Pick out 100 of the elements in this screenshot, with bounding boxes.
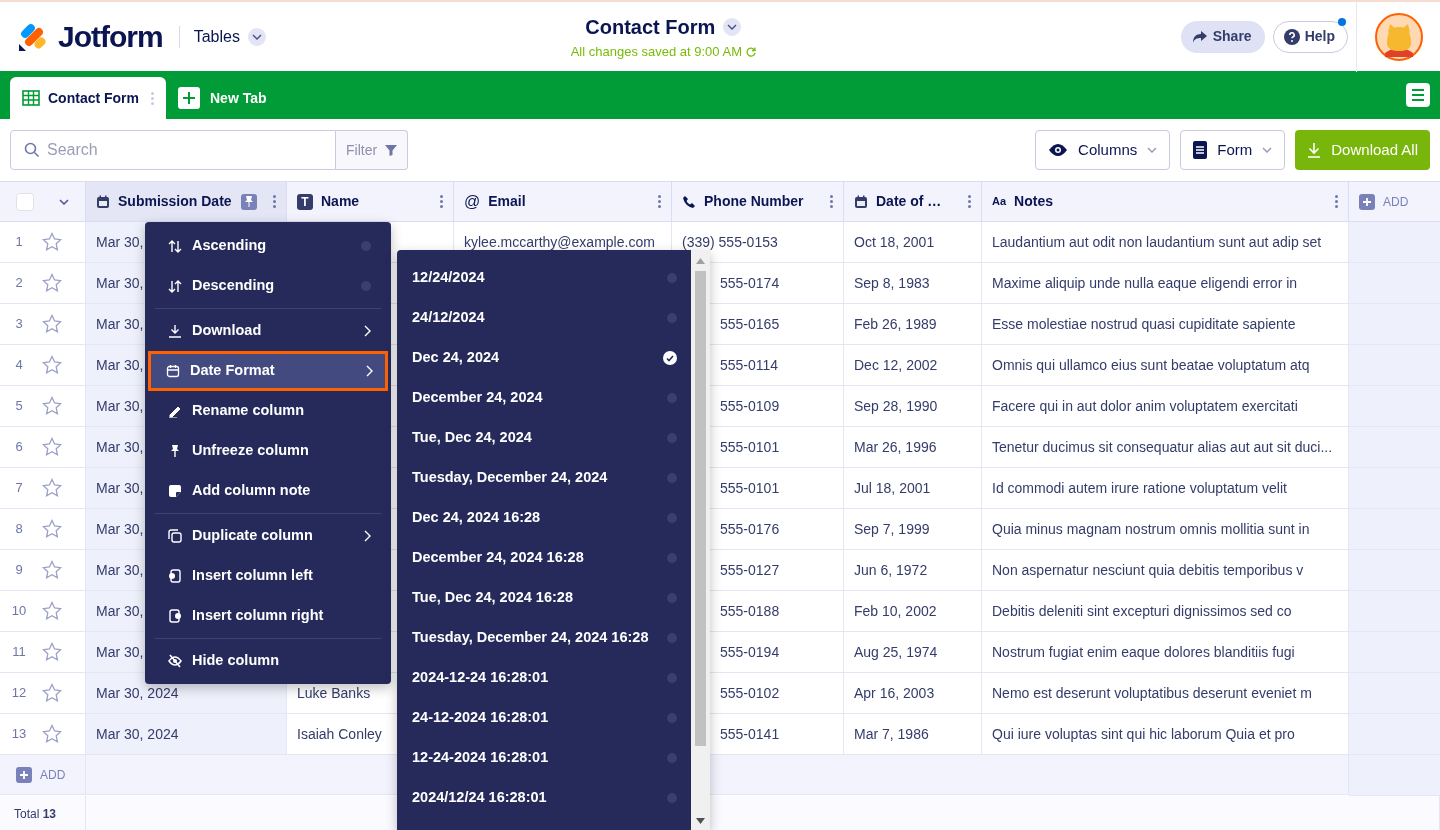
star-icon[interactable] (42, 232, 62, 252)
row-number: 7 (14, 479, 24, 498)
download-icon (1307, 142, 1322, 158)
table-cell: Oct 18, 2001 (844, 222, 982, 263)
table-cell: Dec 12, 2002 (844, 345, 982, 386)
chevron-down-icon (1147, 147, 1158, 153)
pencil-icon (168, 404, 182, 418)
table-cell: Feb 10, 2002 (844, 591, 982, 632)
column-header[interactable]: Date of … (876, 191, 942, 212)
row-number: 12 (10, 684, 28, 703)
row-number: 4 (14, 356, 24, 375)
sort-descending-icon (168, 279, 182, 293)
table-cell: Nostrum fugiat enim eaque dolores blanditiis fugi (982, 632, 1349, 673)
table-cell: Quia minus magnam nostrum omnis mollitia sunt in (982, 509, 1349, 550)
table-cell: Debitis deleniti sint excepturi dignissimos sed co (982, 591, 1349, 632)
table-cell: Jun 6, 1972 (844, 550, 982, 591)
star-icon[interactable] (42, 560, 62, 580)
document-icon (1193, 141, 1208, 159)
table-cell: Omnis qui ullamco eius sunt beatae voluptatum atq (982, 345, 1349, 386)
share-button[interactable]: Share (1180, 20, 1265, 53)
plus-icon (1359, 193, 1375, 210)
more-icon[interactable] (151, 91, 154, 105)
star-icon[interactable] (42, 396, 62, 416)
sort-ascending-icon (168, 239, 182, 253)
eye-icon (1048, 143, 1069, 157)
form-title[interactable]: Contact Form (585, 11, 742, 42)
table-cell: Sep 28, 1990 (844, 386, 982, 427)
more-icon[interactable] (658, 195, 661, 208)
star-icon[interactable] (42, 519, 62, 539)
row-number: 3 (14, 315, 24, 334)
chevron-down-icon (251, 33, 262, 40)
star-icon[interactable] (42, 314, 62, 334)
table-cell: Esse molestiae nostrud quasi cupiditate sapiente (982, 304, 1349, 345)
tab[interactable]: Contact Form (10, 77, 166, 119)
total-count: Total 13 (14, 805, 57, 823)
insert-right-icon (168, 609, 182, 623)
star-icon[interactable] (42, 724, 62, 744)
hidden-icon (168, 654, 182, 668)
row-number: 13 (10, 725, 28, 744)
star-icon[interactable] (42, 273, 62, 293)
plus-icon (16, 766, 32, 783)
logo-text: Jotform (58, 19, 163, 55)
star-icon[interactable] (42, 683, 62, 703)
table-cell: Aug 25, 1974 (844, 632, 982, 673)
share-icon (1191, 29, 1208, 44)
table-icon (22, 90, 40, 106)
text-icon: T (297, 193, 313, 210)
filter-icon (385, 144, 398, 156)
column-header[interactable]: Phone Number (704, 191, 804, 212)
row-number: 6 (14, 438, 24, 457)
more-icon[interactable] (830, 195, 833, 208)
star-icon[interactable] (42, 355, 62, 375)
columns-button[interactable]: Columns (1035, 130, 1171, 170)
help-button[interactable]: Help (1272, 20, 1348, 53)
menu-icon[interactable] (1406, 83, 1430, 107)
more-icon[interactable] (1335, 195, 1338, 208)
row-number: 1 (14, 233, 24, 252)
table-cell: Feb 26, 1989 (844, 304, 982, 345)
star-icon[interactable] (42, 437, 62, 457)
app-switcher[interactable]: Tables (193, 24, 266, 49)
form-button[interactable]: Form (1180, 130, 1286, 170)
new-tab-button[interactable]: New Tab (166, 77, 279, 119)
insert-left-icon (168, 569, 182, 583)
table-cell: Non aspernatur nesciunt quia debitis temporibus v (982, 550, 1349, 591)
more-icon[interactable] (968, 195, 971, 208)
duplicate-icon (168, 529, 182, 543)
star-icon[interactable] (42, 478, 62, 498)
at-sign-icon: @ (464, 189, 481, 214)
table-cell: Mar 30, 2024 (86, 714, 287, 755)
scroll-down-icon (696, 818, 705, 824)
table-cell: Laudantium aut odit non laudantium sunt aut adip set (982, 222, 1349, 263)
table-cell: Tenetur ducimus sit consequatur alias aut aut sit duci... (982, 427, 1349, 468)
refresh-icon (745, 46, 756, 57)
help-icon (1283, 28, 1300, 45)
column-header[interactable]: Email (488, 191, 526, 212)
menu-option[interactable]: 2024/12/24 16:28:01 (397, 778, 691, 818)
scrollbar[interactable] (691, 250, 710, 830)
select-all-checkbox[interactable] (16, 192, 35, 211)
table-cell: Apr 16, 2003 (844, 673, 982, 714)
table-cell: Mar 26, 1996 (844, 427, 982, 468)
row-number: 2 (14, 274, 24, 293)
search-field[interactable]: Search (10, 130, 336, 170)
more-icon[interactable] (273, 195, 276, 208)
menu-item[interactable]: Date Format (148, 351, 388, 391)
row-number: 9 (14, 561, 24, 580)
star-icon[interactable] (42, 601, 62, 621)
chevron-down-icon (58, 198, 69, 205)
row-number: 5 (14, 397, 24, 416)
note-icon (168, 484, 182, 498)
pin-icon[interactable] (241, 193, 257, 210)
calendar-icon (854, 194, 868, 209)
chevron-down-icon (727, 23, 738, 30)
column-header[interactable]: Name (321, 191, 360, 212)
avatar[interactable] (1374, 12, 1423, 61)
row-number: 11 (11, 643, 27, 662)
plus-icon (178, 87, 200, 109)
table-cell: Maxime aliquip unde nulla eaque eligendi error in (982, 263, 1349, 304)
star-icon[interactable] (42, 642, 62, 662)
more-icon[interactable] (440, 195, 443, 208)
column-header[interactable]: Notes (1014, 191, 1053, 212)
